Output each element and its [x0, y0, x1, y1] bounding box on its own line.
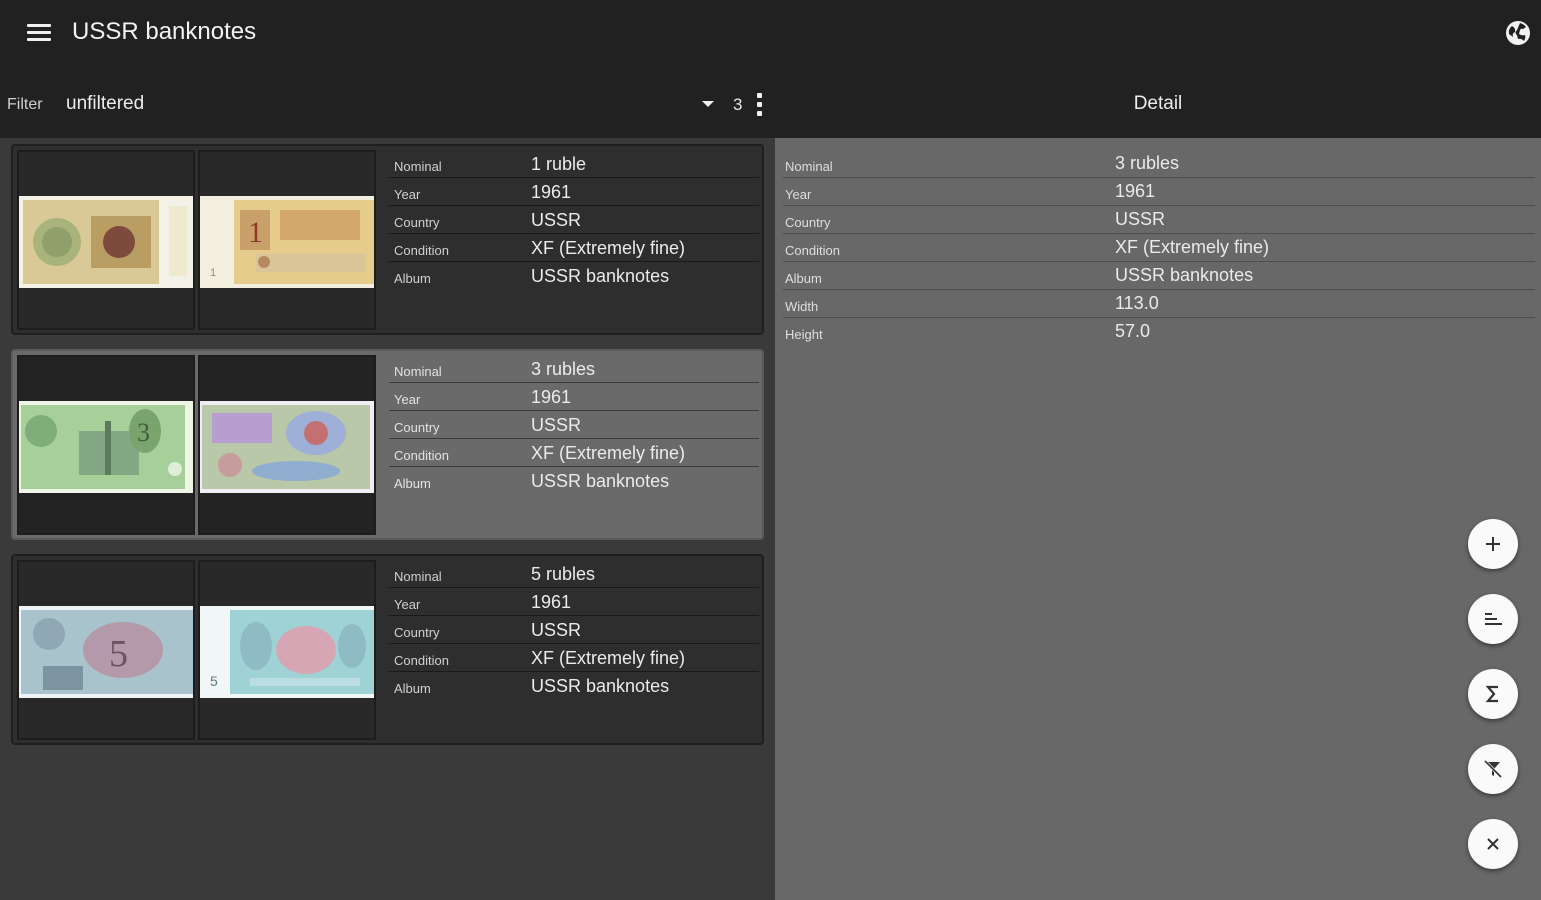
- detail-title: Detail: [1133, 93, 1183, 114]
- field-value: 1961: [531, 182, 572, 202]
- detail-label: Width: [785, 299, 819, 314]
- detail-value: 57.0: [1115, 321, 1151, 341]
- back-image[interactable]: 5: [198, 560, 376, 740]
- detail-label: Height: [785, 327, 823, 342]
- sort-icon: [1485, 613, 1502, 625]
- close-button[interactable]: [1468, 819, 1518, 869]
- detail-value: 1961: [1115, 181, 1156, 201]
- sort-button[interactable]: [1468, 594, 1518, 644]
- sigma-icon: [1485, 685, 1498, 703]
- app-bar: USSR banknotes: [0, 0, 1541, 68]
- field-label: Album: [394, 681, 431, 696]
- detail-row: Height 57.0: [783, 318, 1535, 346]
- front-image[interactable]: 3: [17, 355, 195, 535]
- field-value: USSR: [531, 415, 582, 435]
- front-image[interactable]: [17, 150, 195, 330]
- field-label: Year: [394, 187, 421, 202]
- detail-label: Album: [785, 271, 822, 286]
- field-label: Condition: [394, 448, 449, 463]
- back-image[interactable]: [198, 355, 376, 535]
- detail-value: XF (Extremely fine): [1115, 237, 1270, 257]
- detail-value: 3 rubles: [1115, 153, 1180, 173]
- detail-label: Condition: [785, 243, 840, 258]
- detail-label: Year: [785, 187, 812, 202]
- svg-text:5: 5: [109, 633, 128, 675]
- field-value: USSR banknotes: [531, 676, 670, 696]
- more-vert-icon[interactable]: [752, 92, 766, 118]
- list-item[interactable]: 5 5 Nominal 5 rubles Year 1961 Country USSR…: [11, 554, 764, 745]
- field-value: 1 ruble: [531, 154, 587, 174]
- svg-text:1: 1: [248, 216, 263, 249]
- detail-row: Country USSR: [783, 206, 1535, 234]
- field-label: Year: [394, 392, 421, 407]
- detail-header: Detail: [775, 68, 1541, 138]
- field-value: XF (Extremely fine): [531, 238, 686, 258]
- field-value: USSR: [531, 210, 582, 230]
- field-label: Album: [394, 476, 431, 491]
- field-label: Album: [394, 271, 431, 286]
- field-value: XF (Extremely fine): [531, 443, 686, 463]
- field-label: Year: [394, 597, 421, 612]
- detail-label: Country: [785, 215, 831, 230]
- detail-row: Album USSR banknotes: [783, 262, 1535, 290]
- field-value: USSR banknotes: [531, 266, 670, 286]
- svg-text:3: 3: [137, 418, 150, 447]
- field-label: Country: [394, 420, 440, 435]
- banknote-fields: Nominal 5 rubles Year 1961 Country USSR Con…: [389, 560, 759, 700]
- banknote-list: 1 1 Nominal 1 ruble Year 1961 Country USSR …: [0, 138, 775, 900]
- field-value: 5 rubles: [531, 564, 596, 584]
- detail-row: Condition XF (Extremely fine): [783, 234, 1535, 262]
- back-image[interactable]: 1 1: [198, 150, 376, 330]
- field-value: XF (Extremely fine): [531, 648, 686, 668]
- detail-value: USSR: [1115, 209, 1166, 229]
- dropdown-arrow-icon[interactable]: [696, 94, 720, 114]
- detail-row: Nominal 3 rubles: [783, 150, 1535, 178]
- field-value: USSR: [531, 620, 582, 640]
- list-item[interactable]: 1 1 Nominal 1 ruble Year 1961 Country USSR …: [11, 144, 764, 335]
- menu-icon[interactable]: [22, 20, 56, 46]
- svg-text:5: 5: [210, 673, 218, 689]
- filter-off-icon: [1483, 759, 1503, 779]
- field-value: USSR banknotes: [531, 471, 670, 491]
- field-value: 3 rubles: [531, 359, 596, 379]
- field-label: Country: [394, 215, 440, 230]
- globe-icon[interactable]: [1503, 18, 1533, 48]
- detail-value: 113.0: [1115, 293, 1159, 313]
- field-label: Condition: [394, 653, 449, 668]
- close-icon: [1487, 838, 1499, 850]
- detail-row: Width 113.0: [783, 290, 1535, 318]
- field-label: Nominal: [394, 569, 442, 584]
- svg-text:1: 1: [210, 267, 216, 279]
- field-label: Country: [394, 625, 440, 640]
- filter-label: Filter: [7, 96, 43, 113]
- front-image[interactable]: 5: [17, 560, 195, 740]
- field-label: Nominal: [394, 159, 442, 174]
- filter-off-button[interactable]: [1468, 744, 1518, 794]
- app-title: USSR banknotes: [72, 18, 257, 45]
- field-label: Nominal: [394, 364, 442, 379]
- banknote-fields: Nominal 1 ruble Year 1961 Country USSR Cond…: [389, 150, 759, 290]
- field-value: 1961: [531, 592, 572, 612]
- banknote-fields: Nominal 3 rubles Year 1961 Country USSR Con…: [389, 355, 759, 495]
- sum-button[interactable]: [1468, 669, 1518, 719]
- filter-bar: Filter unfiltered 3: [0, 68, 775, 138]
- field-label: Condition: [394, 243, 449, 258]
- detail-label: Nominal: [785, 159, 833, 174]
- add-button[interactable]: [1468, 519, 1518, 569]
- filter-select[interactable]: unfiltered: [66, 93, 144, 115]
- detail-pane: Nominal 3 rubles Year 1961 Country USSR Con…: [775, 138, 1541, 900]
- detail-row: Year 1961: [783, 178, 1535, 206]
- detail-value: USSR banknotes: [1115, 265, 1254, 285]
- item-count: 3: [733, 95, 743, 114]
- plus-icon: [1486, 537, 1500, 551]
- field-value: 1961: [531, 387, 572, 407]
- list-item[interactable]: 3 Nominal 3 rubles Year 1961 Country USSR C…: [11, 349, 764, 540]
